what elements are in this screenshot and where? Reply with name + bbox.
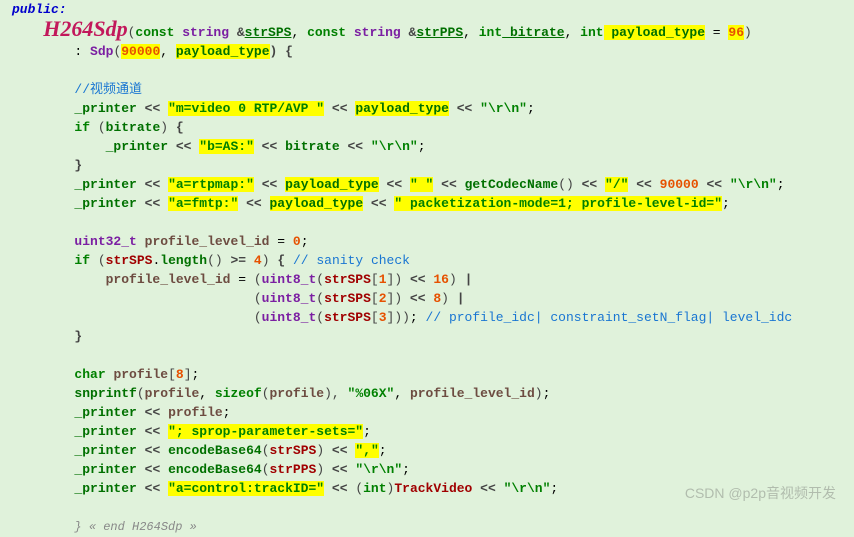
code-block: public: H264Sdp(const string &strSPS, co…: [0, 0, 854, 537]
watermark: CSDN @p2p音视频开发: [685, 483, 836, 503]
kw-public: public:: [12, 2, 67, 17]
line-init: : Sdp(90000, payload_type) {: [12, 42, 854, 61]
line-sig: H264Sdp(const string &strSPS, const stri…: [12, 19, 854, 42]
line-public: public:: [12, 0, 854, 19]
line-comment-video: //视频通道: [12, 80, 854, 99]
line-end: } « end H264Sdp »: [12, 517, 854, 537]
class-name: H264Sdp: [43, 16, 127, 41]
